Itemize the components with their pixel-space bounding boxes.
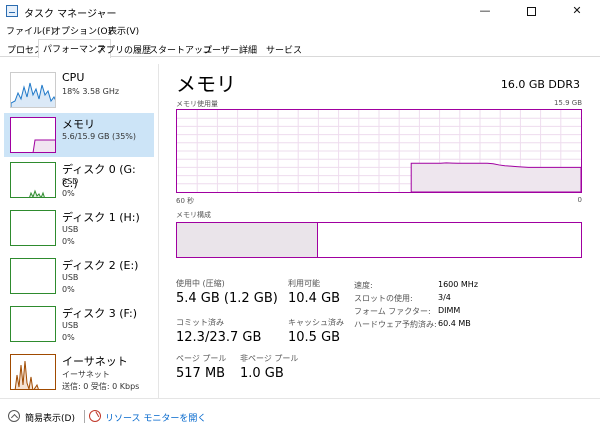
memory-capacity: 16.0 GB DDR3 [500, 78, 580, 91]
sidebar-item-type: USB [62, 225, 79, 234]
menu-file[interactable]: ファイル(F) [6, 24, 54, 37]
nonpaged-pool-value: 1.0 GB [240, 366, 284, 381]
paged-pool-label: ページ プール [176, 354, 227, 363]
sidebar-item-type: USB [62, 321, 79, 330]
disk-0-mini-chart [29, 189, 45, 197]
paged-pool-value: 517 MB [176, 366, 226, 381]
panel-divider[interactable] [158, 64, 159, 398]
close-button[interactable]: ✕ [554, 0, 600, 22]
sidebar-item-label: CPU [62, 71, 85, 84]
minimize-button[interactable]: — [462, 0, 508, 22]
composition-label: メモリ構成 [176, 211, 211, 219]
cached-label: キャッシュ済み [288, 318, 344, 327]
sidebar-item-label: メモリ [62, 118, 95, 131]
memory-usage-chart [177, 110, 582, 193]
sidebar-item-type: USB [62, 273, 79, 282]
nonpaged-pool-label: 非ページ プール [240, 354, 299, 363]
available-value: 10.4 GB [288, 291, 341, 306]
maximize-icon [526, 6, 536, 16]
footer-bar: 簡易表示(D) リソース モニターを開く [0, 398, 600, 436]
disk-2-thumbnail-graph [10, 258, 56, 294]
hardware-reserved-value: 60.4 MB [438, 319, 471, 328]
footer-separator [84, 410, 85, 423]
sidebar-item-value: 18% 3.58 GHz [62, 87, 120, 96]
open-resource-monitor-link[interactable]: リソース モニターを開く [105, 411, 206, 424]
memory-composition-bar [176, 222, 582, 258]
disk-3-thumbnail-graph [10, 306, 56, 342]
task-manager-icon [6, 5, 18, 17]
ethernet-thumbnail-graph [10, 354, 56, 390]
speed-value: 1600 MHz [438, 280, 479, 289]
memory-usage-graph [176, 109, 582, 193]
usage-graph-max: 15.9 GB [553, 99, 582, 107]
committed-label: コミット済み [176, 318, 224, 327]
speed-label: 速度: [354, 281, 373, 290]
available-label: 利用可能 [288, 279, 320, 288]
usage-graph-label: メモリ使用量 [176, 100, 218, 108]
menu-view[interactable]: 表示(V) [108, 24, 139, 37]
slots-used-value: 3/4 [438, 293, 451, 302]
sidebar-item-value: 0% [62, 237, 75, 246]
sidebar-item-disk-3[interactable]: ディスク 3 (F:) USB 0% [4, 302, 154, 346]
time-axis-start: 60 秒 [176, 197, 195, 205]
sidebar-item-value: 0% [62, 285, 75, 294]
sidebar-item-disk-2[interactable]: ディスク 2 (E:) USB 0% [4, 254, 154, 298]
sidebar-item-cpu[interactable]: CPU 18% 3.58 GHz [4, 68, 154, 112]
fewer-details-button[interactable]: 簡易表示(D) [25, 411, 75, 424]
disk-1-thumbnail-graph [10, 210, 56, 246]
sidebar-item-label: イーサネット [62, 355, 128, 368]
menu-options[interactable]: オプション(O) [52, 24, 111, 37]
form-factor-label: フォーム ファクター: [354, 307, 431, 316]
sidebar-item-label: ディスク 3 (F:) [62, 307, 137, 320]
sidebar-item-value: 送信: 0 受信: 0 Kbps [62, 382, 140, 391]
page-title: メモリ [176, 72, 236, 96]
tab-services[interactable]: サービス [261, 40, 307, 57]
tab-bar: プロセス パフォーマンス アプリの履歴 スタートアップ ユーザー 詳細 サービス [0, 38, 600, 58]
title-bar: タスク マネージャー — ✕ [0, 0, 600, 22]
sidebar-item-adapter: イーサネット [62, 370, 110, 379]
resource-list: CPU 18% 3.58 GHz メモリ 5.6/15.9 GB (35%) デ… [0, 64, 156, 398]
slots-used-label: スロットの使用: [354, 294, 413, 303]
composition-in-use-segment [177, 223, 319, 257]
sidebar-item-value: 0% [62, 333, 75, 342]
memory-mini-chart [32, 139, 55, 152]
memory-detail-panel: メモリ 16.0 GB DDR3 メモリ使用量 15.9 GB 60 秒 0 メ… [168, 64, 592, 398]
disk-0-thumbnail-graph [10, 162, 56, 198]
sidebar-item-ethernet[interactable]: イーサネット イーサネット 送信: 0 受信: 0 Kbps [4, 350, 154, 394]
cpu-mini-chart [11, 82, 55, 107]
tab-details[interactable]: 詳細 [234, 40, 262, 57]
cached-value: 10.5 GB [288, 330, 341, 345]
resource-monitor-icon [89, 410, 101, 422]
sidebar-item-label: ディスク 2 (E:) [62, 259, 139, 272]
sidebar-item-value: 0% [62, 189, 75, 198]
cpu-thumbnail-graph [10, 72, 56, 108]
sidebar-item-value: 5.6/15.9 GB (35%) [62, 132, 137, 141]
form-factor-value: DIMM [438, 306, 461, 315]
chevron-up-icon[interactable] [8, 410, 20, 422]
in-use-value: 5.4 GB (1.2 GB) [176, 291, 278, 306]
sidebar-item-disk-0[interactable]: ディスク 0 (G: C:) SSD 0% [4, 158, 154, 202]
maximize-button[interactable] [508, 0, 554, 22]
ethernet-mini-chart [14, 360, 39, 389]
sidebar-item-type: SSD [62, 177, 79, 186]
menu-bar: ファイル(F) オプション(O) 表示(V) [0, 22, 600, 38]
committed-value: 12.3/23.7 GB [176, 330, 262, 345]
time-axis-end: 0 [577, 196, 582, 204]
memory-thumbnail-graph [10, 117, 56, 153]
in-use-label: 使用中 (圧縮) [176, 279, 225, 288]
sidebar-item-disk-1[interactable]: ディスク 1 (H:) USB 0% [4, 206, 154, 250]
usage-graph-area [410, 162, 582, 193]
sidebar-item-memory[interactable]: メモリ 5.6/15.9 GB (35%) [4, 113, 154, 157]
hardware-reserved-label: ハードウェア予約済み: [354, 320, 437, 329]
sidebar-item-label: ディスク 1 (H:) [62, 211, 140, 224]
window-title: タスク マネージャー [24, 9, 117, 20]
